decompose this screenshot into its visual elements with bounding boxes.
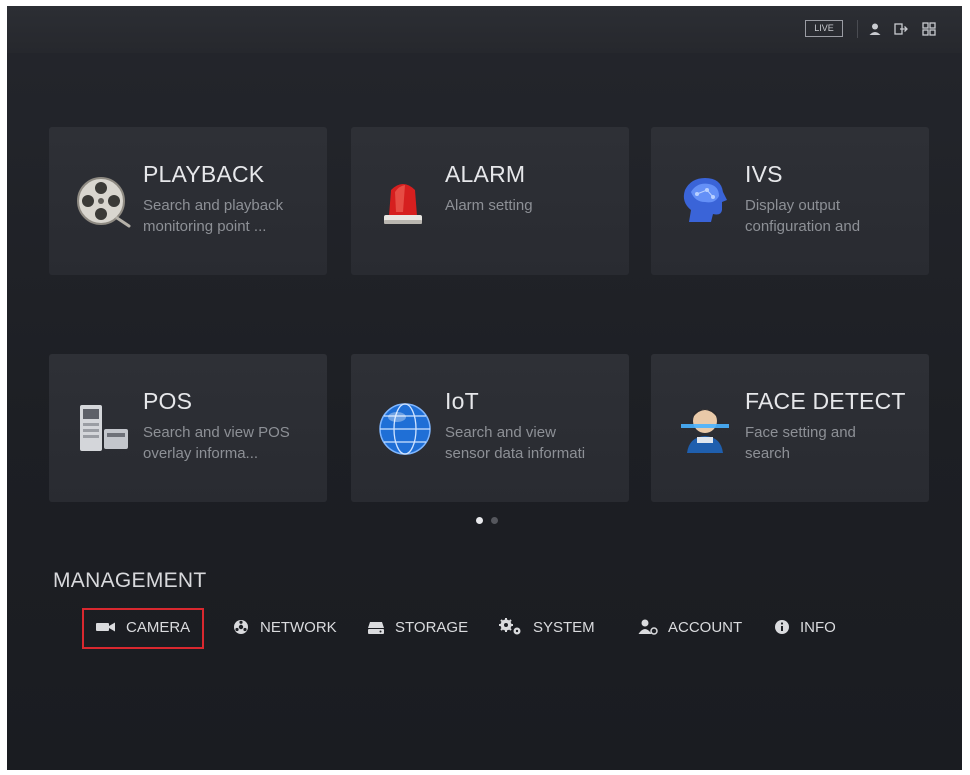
grid-icon[interactable] [921,21,937,37]
top-bar: LIVE [7,6,962,53]
network-icon [234,620,248,634]
camera-icon [96,622,115,632]
face-scan-icon [681,409,729,453]
card-description-line: Display output [745,197,841,214]
card-title: ALARM [445,161,526,187]
gears-icon [499,618,521,635]
card-face-detect[interactable]: FACE DETECT Face setting and search [651,354,929,502]
card-description: Search and view POS overlay informa... [143,422,321,464]
info-icon [775,620,789,634]
card-playback[interactable]: PLAYBACK Search and playback monitoring … [49,127,327,275]
card-alarm[interactable]: ALARM Alarm setting [351,127,629,275]
storage-icon [368,622,384,634]
card-description: Alarm setting [445,195,623,216]
card-description-line: Alarm setting [445,197,533,214]
management-item-label: INFO [800,618,836,636]
card-title: IVS [745,161,783,187]
management-title: MANAGEMENT [53,569,207,592]
card-description: Display output configuration and [745,195,923,237]
film-reel-icon [77,177,131,228]
card-description-line: Face setting and [745,424,856,441]
page-indicator [476,516,506,526]
globe-icon [379,403,431,455]
page-dot-active[interactable] [476,517,483,524]
management-item-label: ACCOUNT [668,618,743,636]
page-dot[interactable] [491,517,498,524]
management-item-network[interactable]: NETWORK [232,606,337,648]
card-title: FACE DETECT [745,388,906,414]
card-description-line: sensor data informati [445,445,586,462]
brain-head-icon [683,178,727,222]
card-description-line: Search and view [445,424,556,441]
management-item-account[interactable]: ACCOUNT [638,606,742,648]
management-item-storage[interactable]: STORAGE [367,606,468,648]
management-item-label: STORAGE [395,618,469,636]
management-item-camera[interactable]: CAMERA [96,606,190,648]
main-menu-screen: LIVE PLAYBACK Search and playback monito… [7,6,962,770]
card-description-line: Search and view POS [143,424,290,441]
card-ivs[interactable]: IVS Display output configuration and [651,127,929,275]
live-button[interactable]: LIVE [805,20,843,37]
card-iot[interactable]: IoT Search and view sensor data informat… [351,354,629,502]
management-item-label: SYSTEM [533,618,595,636]
card-description-line: overlay informa... [143,445,259,462]
card-description-line: search [745,445,791,462]
management-item-info[interactable]: INFO [774,606,836,648]
card-description: Face setting and search [745,422,923,464]
management-item-label: CAMERA [126,618,191,636]
card-title: IoT [445,388,479,414]
management-item-system[interactable]: SYSTEM [499,606,595,648]
account-icon [638,619,658,635]
user-icon[interactable] [867,21,883,37]
pos-terminal-icon [80,405,128,451]
card-description-line: Search and playback [143,197,284,214]
card-title: PLAYBACK [143,161,265,187]
logout-icon[interactable] [893,21,909,37]
alarm-beacon-icon [384,184,422,224]
card-description: Search and playback monitoring point ... [143,195,321,237]
card-description-line: monitoring point ... [143,218,267,235]
top-bar-separator [857,20,858,38]
card-title: POS [143,388,193,414]
card-description: Search and view sensor data informati [445,422,623,464]
card-pos[interactable]: POS Search and view POS overlay informa.… [49,354,327,502]
card-description-line: configuration and [745,218,861,235]
management-item-label: NETWORK [260,618,337,636]
